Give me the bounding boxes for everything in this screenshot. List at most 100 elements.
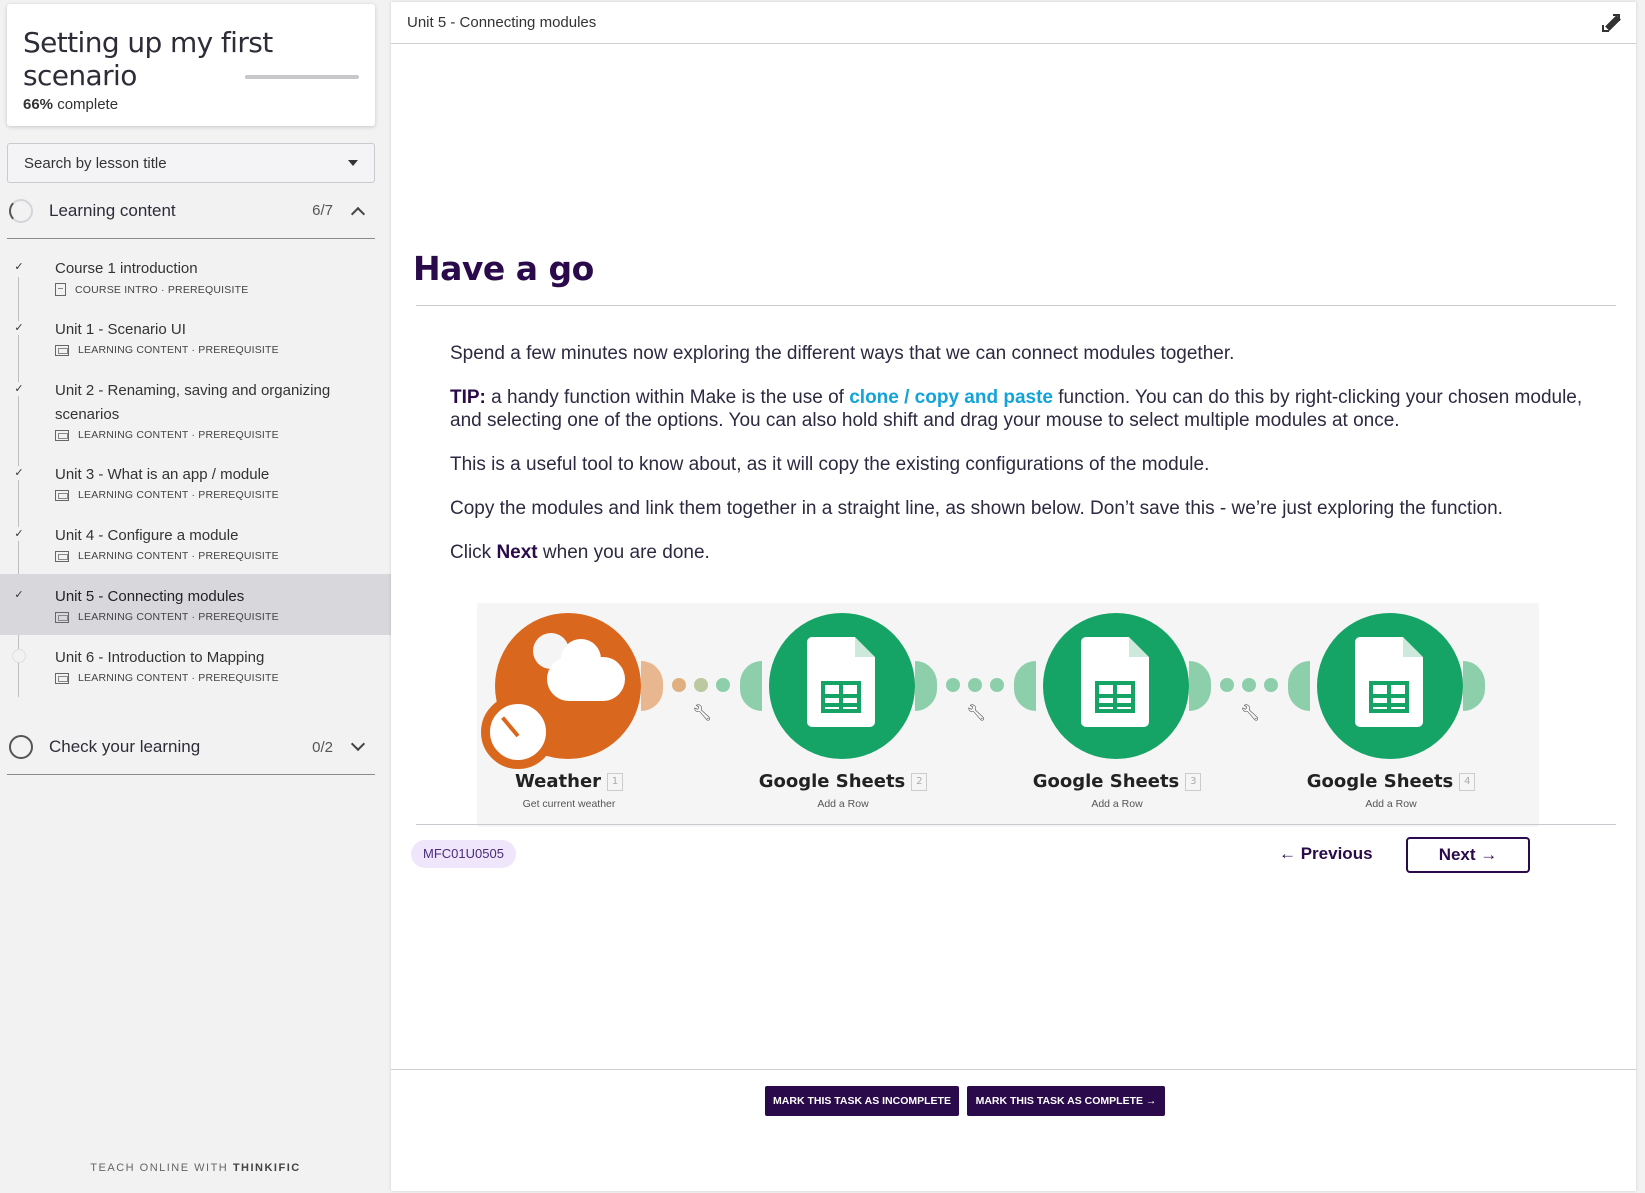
lesson-item[interactable]: ✓ Unit 6 - Introduction to Mapping LEARN…	[0, 635, 391, 696]
lesson-meta-text: LEARNING CONTENT · PREREQUISITE	[78, 489, 279, 501]
lesson-item-active[interactable]: ✓ Unit 5 - Connecting modules LEARNING C…	[0, 574, 391, 635]
check-icon: ✓	[12, 260, 26, 274]
module-action: Get current weather	[522, 798, 616, 810]
document-icon	[55, 283, 66, 296]
lesson-item[interactable]: ✓ Unit 3 - What is an app / module LEARN…	[0, 463, 391, 524]
paragraph: This is a useful tool to know about, as …	[450, 454, 1210, 475]
module-name: Google Sheets 4	[1291, 771, 1491, 792]
thinkific-footer-link[interactable]: TEACH ONLINE WITH THINKIFIC	[0, 1162, 391, 1174]
lesson-meta-text: LEARNING CONTENT · PREREQUISITE	[78, 550, 279, 562]
lesson-search-dropdown[interactable]: Search by lesson title	[7, 143, 375, 183]
tip-text: a handy function within Make is the use …	[485, 387, 850, 408]
check-icon: ✓	[12, 321, 26, 335]
text: when you are done.	[537, 542, 710, 563]
google-sheets-icon	[1317, 613, 1463, 759]
presentation-icon	[55, 489, 69, 501]
google-sheets-icon	[1043, 613, 1189, 759]
google-sheets-icon	[769, 613, 915, 759]
lesson-meta: LEARNING CONTENT · PREREQUISITE	[55, 672, 391, 684]
tip-label: TIP:	[450, 387, 486, 408]
presentation-icon	[55, 550, 69, 562]
connection-dots	[672, 678, 730, 692]
lesson-item[interactable]: ✓ Unit 1 - Scenario UI LEARNING CONTENT …	[0, 318, 391, 379]
lesson-meta: LEARNING CONTENT · PREREQUISITE	[55, 344, 391, 356]
connection-dots	[946, 678, 1004, 692]
lesson-title: Unit 1 - Scenario UI	[55, 321, 186, 338]
presentation-icon	[55, 429, 69, 441]
lesson-topbar: Unit 5 - Connecting modules	[391, 2, 1636, 44]
paragraph: Spend a few minutes now exploring the di…	[450, 343, 1235, 364]
unit-title: Unit 5 - Connecting modules	[407, 14, 597, 31]
lesson-item[interactable]: ✓ Unit 2 - Renaming, saving and organizi…	[0, 379, 391, 463]
lesson-code-badge: MFC01U0505	[411, 840, 516, 868]
connector-handle	[1463, 661, 1485, 711]
divider	[416, 824, 1616, 825]
lesson-meta: LEARNING CONTENT · PREREQUISITE	[55, 489, 391, 501]
footer-prefix: TEACH ONLINE WITH	[90, 1162, 229, 1174]
progress-percent: 66%	[23, 96, 54, 113]
lesson-meta: LEARNING CONTENT · PREREQUISITE	[55, 429, 391, 441]
expand-fullscreen-icon[interactable]	[1602, 13, 1621, 32]
module-action: Add a Row	[1365, 798, 1417, 810]
chapter-count: 6/7	[312, 202, 333, 219]
progress-text: 66% complete	[23, 96, 118, 113]
footer-brand: THINKIFIC	[232, 1162, 301, 1174]
lesson-title: Unit 6 - Introduction to Mapping	[55, 649, 265, 666]
lesson-title: Course 1 introduction	[55, 260, 198, 277]
lesson-meta: LEARNING CONTENT · PREREQUISITE	[55, 611, 391, 623]
module-name: Google Sheets 2	[743, 771, 943, 792]
chevron-up-icon[interactable]	[350, 206, 366, 221]
chapter-progress-ring-icon	[9, 735, 33, 759]
chevron-down-icon[interactable]	[350, 736, 366, 752]
wrench-icon: 🔧︎	[692, 703, 713, 722]
connector-handle	[740, 661, 762, 711]
wrench-icon: 🔧︎	[1240, 703, 1261, 722]
progress-suffix: complete	[57, 96, 119, 113]
presentation-icon	[55, 344, 69, 356]
connection-dots	[1220, 678, 1278, 692]
progress-bar-fill	[245, 75, 321, 79]
divider	[416, 305, 1616, 306]
course-progress-card: Setting up my first scenario 66% complet…	[7, 4, 375, 126]
progress-bar	[245, 75, 359, 79]
module-action: Add a Row	[817, 798, 869, 810]
incomplete-circle-icon: ✓	[12, 649, 26, 663]
lesson-list: ✓ Course 1 introduction COURSE INTRO · P…	[0, 257, 391, 697]
connector-handle	[915, 661, 937, 711]
caret-down-icon	[348, 160, 358, 166]
cloud-icon	[547, 639, 625, 701]
lesson-body: Spend a few minutes now exploring the di…	[450, 342, 1590, 585]
lesson-meta-text: LEARNING CONTENT · PREREQUISITE	[78, 672, 279, 684]
presentation-icon	[55, 611, 69, 623]
lesson-meta: COURSE INTRO · PREREQUISITE	[55, 283, 391, 296]
chapter-learning-content[interactable]: Learning content 6/7	[7, 183, 375, 239]
chapter-check-your-learning[interactable]: Check your learning 0/2	[7, 720, 375, 775]
next-emphasis: Next	[496, 542, 538, 563]
lesson-meta-text: LEARNING CONTENT · PREREQUISITE	[78, 429, 279, 441]
lesson-content-panel: Unit 5 - Connecting modules Have a go Sp…	[391, 2, 1636, 1191]
module-name: Weather 1	[469, 771, 669, 792]
check-icon: ✓	[12, 588, 26, 602]
previous-button[interactable]: ← Previous	[1279, 844, 1373, 864]
check-icon: ✓	[12, 527, 26, 541]
presentation-icon	[55, 672, 69, 684]
sidebar: Setting up my first scenario 66% complet…	[0, 0, 391, 1193]
task-actions-bar: MARK THIS TASK AS INCOMPLETE MARK THIS T…	[391, 1069, 1636, 1191]
lesson-meta-text: LEARNING CONTENT · PREREQUISITE	[78, 344, 279, 356]
chapter-progress-ring-icon	[9, 198, 33, 223]
mark-complete-button[interactable]: MARK THIS TASK AS COMPLETE →	[967, 1086, 1165, 1116]
search-placeholder: Search by lesson title	[24, 154, 167, 172]
lesson-title: Unit 4 - Configure a module	[55, 527, 239, 544]
mark-incomplete-button[interactable]: MARK THIS TASK AS INCOMPLETE	[765, 1086, 959, 1116]
lesson-title: Unit 3 - What is an app / module	[55, 466, 270, 483]
clock-icon	[481, 695, 555, 769]
tip-link[interactable]: clone / copy and paste	[849, 387, 1053, 408]
lesson-title: Unit 2 - Renaming, saving and organizing…	[55, 382, 331, 423]
lesson-meta-text: COURSE INTRO · PREREQUISITE	[75, 283, 249, 296]
wrench-icon: 🔧︎	[966, 703, 987, 722]
weather-icon	[481, 613, 641, 769]
text: Click	[450, 542, 497, 563]
lesson-title: Unit 5 - Connecting modules	[55, 588, 245, 605]
next-button[interactable]: Next →	[1406, 837, 1530, 873]
lesson-item[interactable]: ✓ Course 1 introduction COURSE INTRO · P…	[0, 257, 391, 318]
